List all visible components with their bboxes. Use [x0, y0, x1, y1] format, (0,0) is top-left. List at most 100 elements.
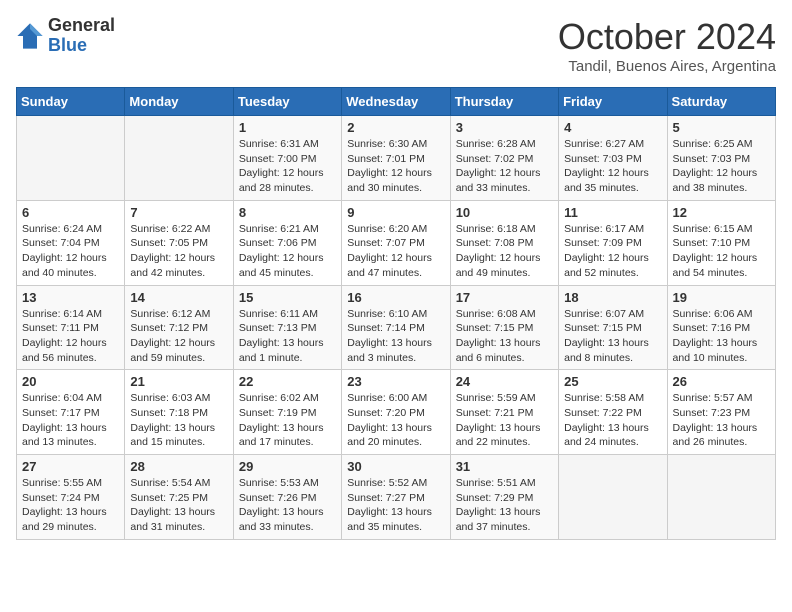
day-number: 28 — [130, 459, 227, 474]
calendar-header-tuesday: Tuesday — [233, 88, 341, 116]
day-number: 4 — [564, 120, 661, 135]
calendar-cell: 28Sunrise: 5:54 AMSunset: 7:25 PMDayligh… — [125, 455, 233, 540]
calendar-week-5: 27 Sunrise: 5:55 AMSunset: 7:24 PMDayligh… — [17, 455, 776, 540]
day-info: Sunrise: 6:25 AMSunset: 7:03 PMDaylight:… — [673, 137, 770, 196]
calendar-cell: 12 Sunrise: 6:15 AMSunset: 7:10 PMDayligh… — [667, 200, 775, 285]
day-number: 15 — [239, 290, 336, 305]
day-info: Sunrise: 5:52 AMSunset: 7:27 PMDaylight:… — [347, 476, 444, 535]
logo-icon — [16, 22, 44, 50]
logo-general: General — [48, 16, 115, 36]
calendar-cell: 14 Sunrise: 6:12 AMSunset: 7:12 PMDayligh… — [125, 285, 233, 370]
calendar-cell: 19Sunrise: 6:06 AMSunset: 7:16 PMDayligh… — [667, 285, 775, 370]
day-number: 5 — [673, 120, 770, 135]
day-number: 27 — [22, 459, 119, 474]
calendar-cell: 18 Sunrise: 6:07 AMSunset: 7:15 PMDayligh… — [559, 285, 667, 370]
day-info: Sunrise: 6:07 AMSunset: 7:15 PMDaylight:… — [564, 307, 661, 366]
calendar-cell: 6Sunrise: 6:24 AMSunset: 7:04 PMDaylight… — [17, 200, 125, 285]
day-number: 16 — [347, 290, 444, 305]
day-number: 23 — [347, 374, 444, 389]
calendar-table: SundayMondayTuesdayWednesdayThursdayFrid… — [16, 87, 776, 540]
calendar-cell: 21Sunrise: 6:03 AMSunset: 7:18 PMDayligh… — [125, 370, 233, 455]
day-info: Sunrise: 5:59 AMSunset: 7:21 PMDaylight:… — [456, 391, 553, 450]
day-info: Sunrise: 6:24 AMSunset: 7:04 PMDaylight:… — [22, 222, 119, 281]
calendar-cell: 11 Sunrise: 6:17 AMSunset: 7:09 PMDayligh… — [559, 200, 667, 285]
day-info: Sunrise: 6:04 AMSunset: 7:17 PMDaylight:… — [22, 391, 119, 450]
calendar-cell: 7 Sunrise: 6:22 AMSunset: 7:05 PMDaylight… — [125, 200, 233, 285]
day-info: Sunrise: 6:30 AMSunset: 7:01 PMDaylight:… — [347, 137, 444, 196]
calendar-cell: 1 Sunrise: 6:31 AMSunset: 7:00 PMDaylight… — [233, 116, 341, 201]
day-info: Sunrise: 6:00 AMSunset: 7:20 PMDaylight:… — [347, 391, 444, 450]
logo: General Blue — [16, 16, 115, 56]
calendar-cell: 5 Sunrise: 6:25 AMSunset: 7:03 PMDaylight… — [667, 116, 775, 201]
calendar-cell: 24Sunrise: 5:59 AMSunset: 7:21 PMDayligh… — [450, 370, 558, 455]
calendar-week-4: 20 Sunrise: 6:04 AMSunset: 7:17 PMDayligh… — [17, 370, 776, 455]
day-info: Sunrise: 6:14 AMSunset: 7:11 PMDaylight:… — [22, 307, 119, 366]
day-info: Sunrise: 6:12 AMSunset: 7:12 PMDaylight:… — [130, 307, 227, 366]
calendar-header-saturday: Saturday — [667, 88, 775, 116]
calendar-cell: 22Sunrise: 6:02 AMSunset: 7:19 PMDayligh… — [233, 370, 341, 455]
day-info: Sunrise: 6:17 AMSunset: 7:09 PMDaylight:… — [564, 222, 661, 281]
logo-text: General Blue — [48, 16, 115, 56]
day-info: Sunrise: 6:10 AMSunset: 7:14 PMDaylight:… — [347, 307, 444, 366]
calendar-cell: 16 Sunrise: 6:10 AMSunset: 7:14 PMDayligh… — [342, 285, 450, 370]
calendar-week-2: 6Sunrise: 6:24 AMSunset: 7:04 PMDaylight… — [17, 200, 776, 285]
title-section: October 2024 Tandil, Buenos Aires, Argen… — [558, 16, 776, 75]
day-info: Sunrise: 5:57 AMSunset: 7:23 PMDaylight:… — [673, 391, 770, 450]
calendar-cell: 2Sunrise: 6:30 AMSunset: 7:01 PMDaylight… — [342, 116, 450, 201]
day-info: Sunrise: 6:18 AMSunset: 7:08 PMDaylight:… — [456, 222, 553, 281]
calendar-cell: 31 Sunrise: 5:51 AMSunset: 7:29 PMDayligh… — [450, 455, 558, 540]
day-info: Sunrise: 5:51 AMSunset: 7:29 PMDaylight:… — [456, 476, 553, 535]
day-number: 26 — [673, 374, 770, 389]
day-number: 25 — [564, 374, 661, 389]
calendar-cell — [17, 116, 125, 201]
calendar-cell: 29Sunrise: 5:53 AMSunset: 7:26 PMDayligh… — [233, 455, 341, 540]
day-info: Sunrise: 6:22 AMSunset: 7:05 PMDaylight:… — [130, 222, 227, 281]
day-number: 19 — [673, 290, 770, 305]
day-number: 1 — [239, 120, 336, 135]
calendar-cell: 9Sunrise: 6:20 AMSunset: 7:07 PMDaylight… — [342, 200, 450, 285]
day-info: Sunrise: 5:55 AMSunset: 7:24 PMDaylight:… — [22, 476, 119, 535]
calendar-cell — [125, 116, 233, 201]
calendar-header-wednesday: Wednesday — [342, 88, 450, 116]
day-info: Sunrise: 6:21 AMSunset: 7:06 PMDaylight:… — [239, 222, 336, 281]
location-subtitle: Tandil, Buenos Aires, Argentina — [558, 58, 776, 75]
day-number: 31 — [456, 459, 553, 474]
calendar-cell: 23 Sunrise: 6:00 AMSunset: 7:20 PMDayligh… — [342, 370, 450, 455]
day-number: 18 — [564, 290, 661, 305]
day-number: 12 — [673, 205, 770, 220]
calendar-header-sunday: Sunday — [17, 88, 125, 116]
page-header: General Blue October 2024 Tandil, Buenos… — [16, 16, 776, 75]
calendar-body: 1 Sunrise: 6:31 AMSunset: 7:00 PMDaylight… — [17, 116, 776, 540]
day-number: 9 — [347, 205, 444, 220]
calendar-header-friday: Friday — [559, 88, 667, 116]
day-number: 21 — [130, 374, 227, 389]
day-info: Sunrise: 6:31 AMSunset: 7:00 PMDaylight:… — [239, 137, 336, 196]
calendar-cell — [667, 455, 775, 540]
day-info: Sunrise: 6:28 AMSunset: 7:02 PMDaylight:… — [456, 137, 553, 196]
calendar-cell: 3Sunrise: 6:28 AMSunset: 7:02 PMDaylight… — [450, 116, 558, 201]
day-number: 11 — [564, 205, 661, 220]
day-info: Sunrise: 6:27 AMSunset: 7:03 PMDaylight:… — [564, 137, 661, 196]
day-info: Sunrise: 5:53 AMSunset: 7:26 PMDaylight:… — [239, 476, 336, 535]
calendar-cell: 15Sunrise: 6:11 AMSunset: 7:13 PMDayligh… — [233, 285, 341, 370]
calendar-cell: 26 Sunrise: 5:57 AMSunset: 7:23 PMDayligh… — [667, 370, 775, 455]
day-number: 20 — [22, 374, 119, 389]
day-number: 14 — [130, 290, 227, 305]
calendar-cell — [559, 455, 667, 540]
day-info: Sunrise: 6:15 AMSunset: 7:10 PMDaylight:… — [673, 222, 770, 281]
calendar-week-3: 13 Sunrise: 6:14 AMSunset: 7:11 PMDayligh… — [17, 285, 776, 370]
day-info: Sunrise: 5:58 AMSunset: 7:22 PMDaylight:… — [564, 391, 661, 450]
calendar-week-1: 1 Sunrise: 6:31 AMSunset: 7:00 PMDaylight… — [17, 116, 776, 201]
day-number: 7 — [130, 205, 227, 220]
calendar-cell: 17Sunrise: 6:08 AMSunset: 7:15 PMDayligh… — [450, 285, 558, 370]
day-number: 13 — [22, 290, 119, 305]
calendar-cell: 13 Sunrise: 6:14 AMSunset: 7:11 PMDayligh… — [17, 285, 125, 370]
calendar-header-monday: Monday — [125, 88, 233, 116]
calendar-cell: 4 Sunrise: 6:27 AMSunset: 7:03 PMDaylight… — [559, 116, 667, 201]
month-title: October 2024 — [558, 16, 776, 58]
day-info: Sunrise: 6:02 AMSunset: 7:19 PMDaylight:… — [239, 391, 336, 450]
calendar-cell: 27 Sunrise: 5:55 AMSunset: 7:24 PMDayligh… — [17, 455, 125, 540]
calendar-cell: 8Sunrise: 6:21 AMSunset: 7:06 PMDaylight… — [233, 200, 341, 285]
day-number: 17 — [456, 290, 553, 305]
logo-blue: Blue — [48, 36, 115, 56]
